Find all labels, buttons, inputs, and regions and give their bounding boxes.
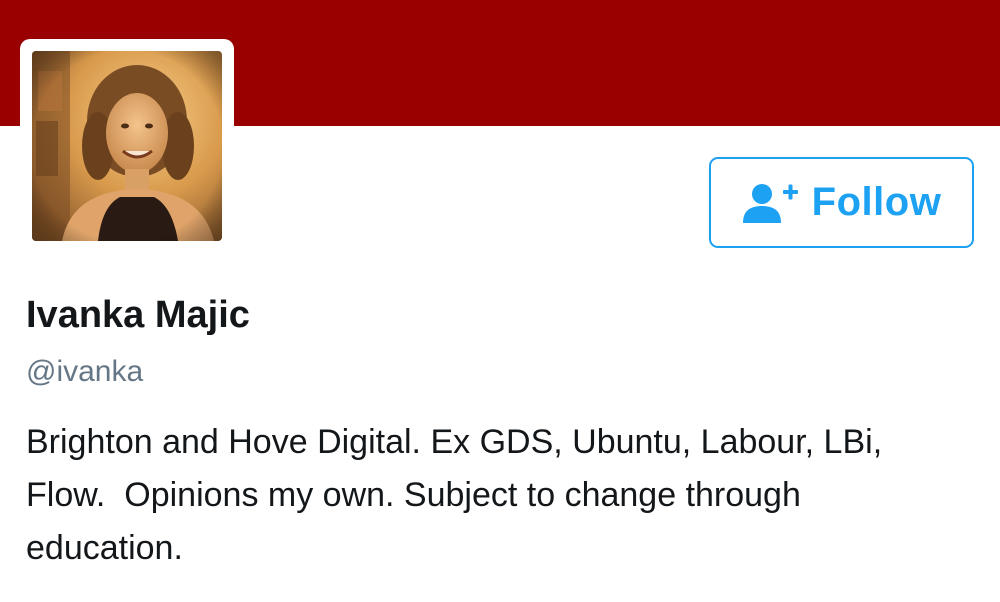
profile-bio: Brighton and Hove Digital. Ex GDS, Ubunt… (26, 423, 883, 567)
follow-user-plus-icon (742, 183, 798, 223)
profile-handle[interactable]: @ivanka (26, 351, 143, 393)
profile-display-name: Ivanka Majic (26, 294, 250, 336)
avatar[interactable] (20, 39, 234, 253)
profile-photo (32, 51, 222, 241)
follow-button-label: Follow (811, 180, 942, 224)
follow-button[interactable]: Follow (709, 157, 974, 248)
